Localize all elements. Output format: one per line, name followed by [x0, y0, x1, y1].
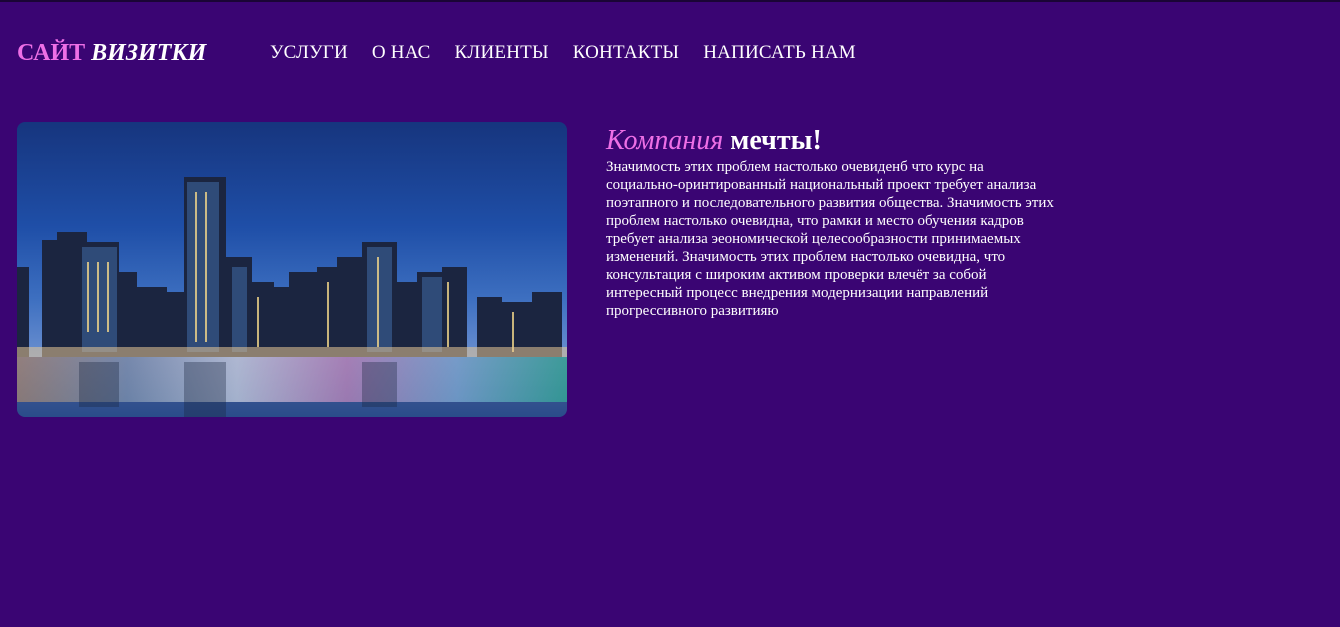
title-accent: Компания: [606, 125, 724, 156]
nav-item-about[interactable]: О НАС: [372, 41, 431, 65]
site-header: САЙТ ВИЗИТКИ: [17, 38, 206, 68]
nav-item-contacts[interactable]: КОНТАКТЫ: [573, 41, 679, 65]
top-border: [0, 0, 1340, 2]
description-text: Значимость этих проблем настолько очевид…: [606, 159, 1054, 319]
site-logo[interactable]: САЙТ ВИЗИТКИ: [17, 39, 206, 67]
hero-image: [17, 122, 567, 417]
logo-word-1: САЙТ: [17, 40, 86, 66]
main-content: Компания мечты! Значимость этих проблем …: [606, 124, 1056, 320]
page-title: Компания мечты!: [606, 124, 1056, 158]
nav-item-write-us[interactable]: НАПИСАТЬ НАМ: [703, 41, 856, 65]
logo-word-2: ВИЗИТКИ: [91, 40, 207, 66]
main-nav: УСЛУГИ О НАС КЛИЕНТЫ КОНТАКТЫ НАПИСАТЬ Н…: [270, 41, 856, 65]
nav-item-clients[interactable]: КЛИЕНТЫ: [455, 41, 549, 65]
title-rest: мечты!: [730, 125, 822, 156]
nav-item-services[interactable]: УСЛУГИ: [270, 41, 348, 65]
